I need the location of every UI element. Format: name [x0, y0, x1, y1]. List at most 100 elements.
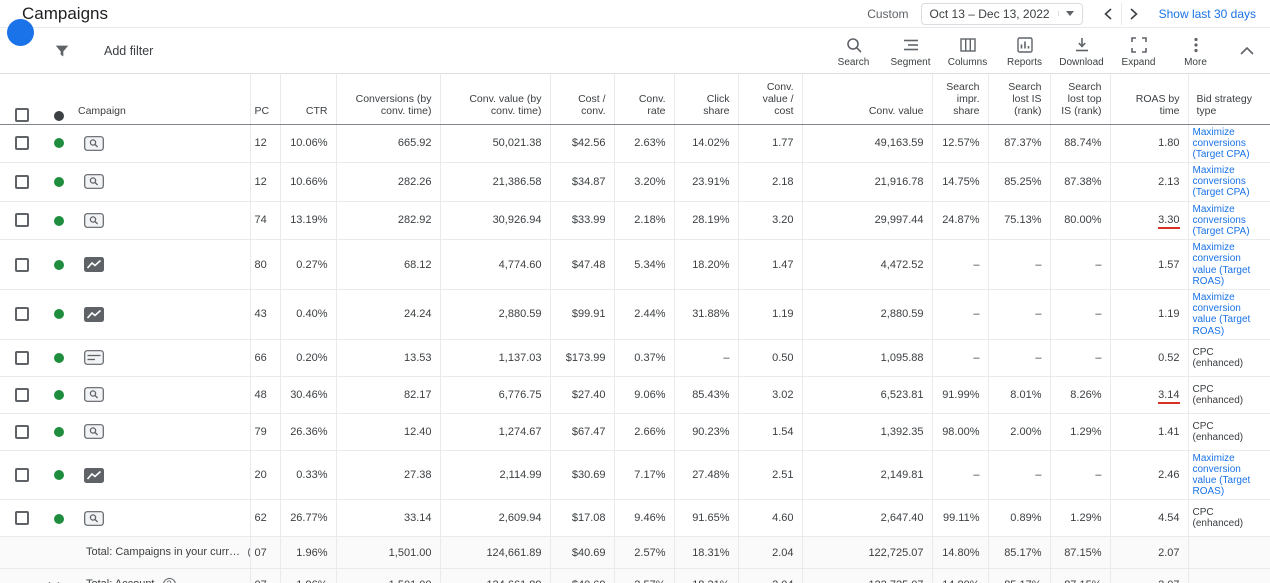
cell-conv-rate: 3.20%	[614, 163, 674, 202]
row-checkbox[interactable]	[15, 511, 29, 525]
select-all-checkbox[interactable]	[15, 108, 29, 122]
column-header-search-lost-is-rank[interactable]: Search lost IS (rank)	[988, 74, 1050, 124]
cell-click-share: 31.88%	[674, 289, 738, 339]
previous-period-button[interactable]	[1095, 3, 1121, 25]
status-enabled-dot	[54, 309, 64, 319]
campaign-name-cell[interactable]	[114, 240, 250, 290]
row-checkbox[interactable]	[15, 351, 29, 365]
columns-button[interactable]: Columns	[939, 34, 996, 68]
row-status-cell	[44, 163, 74, 202]
column-header-conv-value-by-conv-time[interactable]: Conv. value (by conv. time)	[440, 74, 550, 124]
column-header-search-impr-share[interactable]: Search impr. share	[932, 74, 988, 124]
collapse-toolbar-button[interactable]	[1224, 46, 1270, 55]
campaign-name-cell[interactable]	[114, 201, 250, 240]
column-header-conv-value-per-cost[interactable]: Conv. value / cost	[738, 74, 802, 124]
add-filter-button[interactable]: Add filter	[104, 44, 153, 58]
total-cell-cost-per-conv: $40.69	[550, 569, 614, 583]
campaign-name-cell[interactable]	[114, 163, 250, 202]
cell-avg-cpc: 62	[250, 500, 280, 537]
cell-conv-value: 49,163.59	[802, 124, 932, 163]
row-checkbox[interactable]	[15, 258, 29, 272]
status-filter-dot[interactable]	[54, 111, 64, 121]
cell-search-lost-top-is-rank: –	[1050, 450, 1110, 500]
cell-conversions-by-conv-time: 282.92	[336, 201, 440, 240]
cell-conv-value-by-conv-time: 30,926.94	[440, 201, 550, 240]
total-cell-click-share: 18.31%	[674, 537, 738, 569]
bid-strategy-cell[interactable]: Maximize conversions (Target CPA)	[1188, 163, 1270, 202]
reports-button[interactable]: Reports	[996, 34, 1053, 68]
campaign-name-cell[interactable]	[114, 339, 250, 376]
campaign-name-cell[interactable]	[114, 413, 250, 450]
column-header-campaign[interactable]: Campaign	[74, 74, 250, 124]
show-last-30-days-link[interactable]: Show last 30 days	[1159, 7, 1256, 21]
column-header-cost-per-conv[interactable]: Cost / conv.	[550, 74, 614, 124]
column-header-search-lost-top-is-rank[interactable]: Search lost top IS (rank)	[1050, 74, 1110, 124]
row-checkbox[interactable]	[15, 213, 29, 227]
cell-ctr: 0.33%	[280, 450, 336, 500]
row-status-cell	[44, 124, 74, 163]
campaign-type-cell	[74, 201, 114, 240]
bid-strategy-cell[interactable]: Maximize conversion value (Target ROAS)	[1188, 450, 1270, 500]
row-checkbox-cell	[0, 289, 44, 339]
cell-roas-by-time: 2.46	[1110, 450, 1188, 500]
column-header-conv-rate[interactable]: Conv. rate	[614, 74, 674, 124]
column-header-conv-value[interactable]: Conv. value	[802, 74, 932, 124]
campaign-type-cell	[74, 240, 114, 290]
column-header-ctr[interactable]: CTR	[280, 74, 336, 124]
row-checkbox[interactable]	[15, 425, 29, 439]
cell-roas-by-time: 2.13	[1110, 163, 1188, 202]
column-header-click-share[interactable]: Click share	[674, 74, 738, 124]
help-icon[interactable]: ?	[248, 546, 250, 559]
download-button[interactable]: Download	[1053, 34, 1110, 68]
row-checkbox[interactable]	[15, 388, 29, 402]
total-bid-strategy-cell	[1188, 537, 1270, 569]
campaign-name-cell[interactable]	[114, 376, 250, 413]
next-period-button[interactable]	[1121, 3, 1147, 25]
cell-avg-cpc: 43	[250, 289, 280, 339]
row-checkbox-cell	[0, 413, 44, 450]
blue-fab[interactable]	[7, 19, 34, 46]
bid-strategy-cell[interactable]: Maximize conversions (Target CPA)	[1188, 201, 1270, 240]
expand-button[interactable]: Expand	[1110, 34, 1167, 68]
campaign-name-cell[interactable]	[114, 289, 250, 339]
cell-conv-rate: 2.63%	[614, 124, 674, 163]
total-cell-conv-rate: 2.57%	[614, 537, 674, 569]
row-status-cell	[44, 500, 74, 537]
column-header-bid-strategy-type[interactable]: Bid strategy type	[1188, 74, 1270, 124]
segment-button[interactable]: Segment	[882, 34, 939, 68]
campaign-name-cell[interactable]	[114, 500, 250, 537]
cell-search-impr-share: –	[932, 339, 988, 376]
date-range-selector[interactable]: Oct 13 – Dec 13, 2022	[921, 3, 1083, 25]
cell-search-lost-is-rank: –	[988, 240, 1050, 290]
column-header-roas-by-time[interactable]: ROAS by time	[1110, 74, 1188, 124]
bid-strategy-cell[interactable]: Maximize conversion value (Target ROAS)	[1188, 240, 1270, 290]
search-campaign-icon	[84, 213, 104, 228]
filter-icon[interactable]	[54, 43, 70, 59]
bid-strategy-cell[interactable]: Maximize conversions (Target CPA)	[1188, 124, 1270, 163]
row-checkbox[interactable]	[15, 136, 29, 150]
row-checkbox[interactable]	[15, 307, 29, 321]
column-header-conversions-by-conv-time[interactable]: Conversions (by conv. time)	[336, 74, 440, 124]
cell-conv-value-per-cost: 1.54	[738, 413, 802, 450]
row-checkbox[interactable]	[15, 468, 29, 482]
cell-search-lost-is-rank: 8.01%	[988, 376, 1050, 413]
help-icon[interactable]: ?	[163, 578, 176, 583]
total-cell-conv-value-by-conv-time: 124,661.89	[440, 569, 550, 583]
campaign-name-cell[interactable]	[114, 450, 250, 500]
bid-strategy-cell[interactable]: Maximize conversion value (Target ROAS)	[1188, 289, 1270, 339]
cell-conv-value: 21,916.78	[802, 163, 932, 202]
status-enabled-dot	[54, 390, 64, 400]
cell-roas-by-time: 3.14	[1110, 376, 1188, 413]
total-label-cell: Total: Account?	[0, 569, 250, 583]
cell-search-impr-share: –	[932, 240, 988, 290]
cell-search-lost-top-is-rank: 8.26%	[1050, 376, 1110, 413]
total-cell-cost-per-conv: $40.69	[550, 537, 614, 569]
column-header-avg-cpc[interactable]: PC	[250, 74, 280, 124]
total-cell-search-lost-top-is-rank: 87.15%	[1050, 569, 1110, 583]
search-button[interactable]: Search	[825, 34, 882, 68]
cell-conversions-by-conv-time: 24.24	[336, 289, 440, 339]
row-checkbox[interactable]	[15, 175, 29, 189]
more-button[interactable]: More	[1167, 34, 1224, 68]
cell-search-impr-share: –	[932, 450, 988, 500]
campaign-name-cell[interactable]	[114, 124, 250, 163]
